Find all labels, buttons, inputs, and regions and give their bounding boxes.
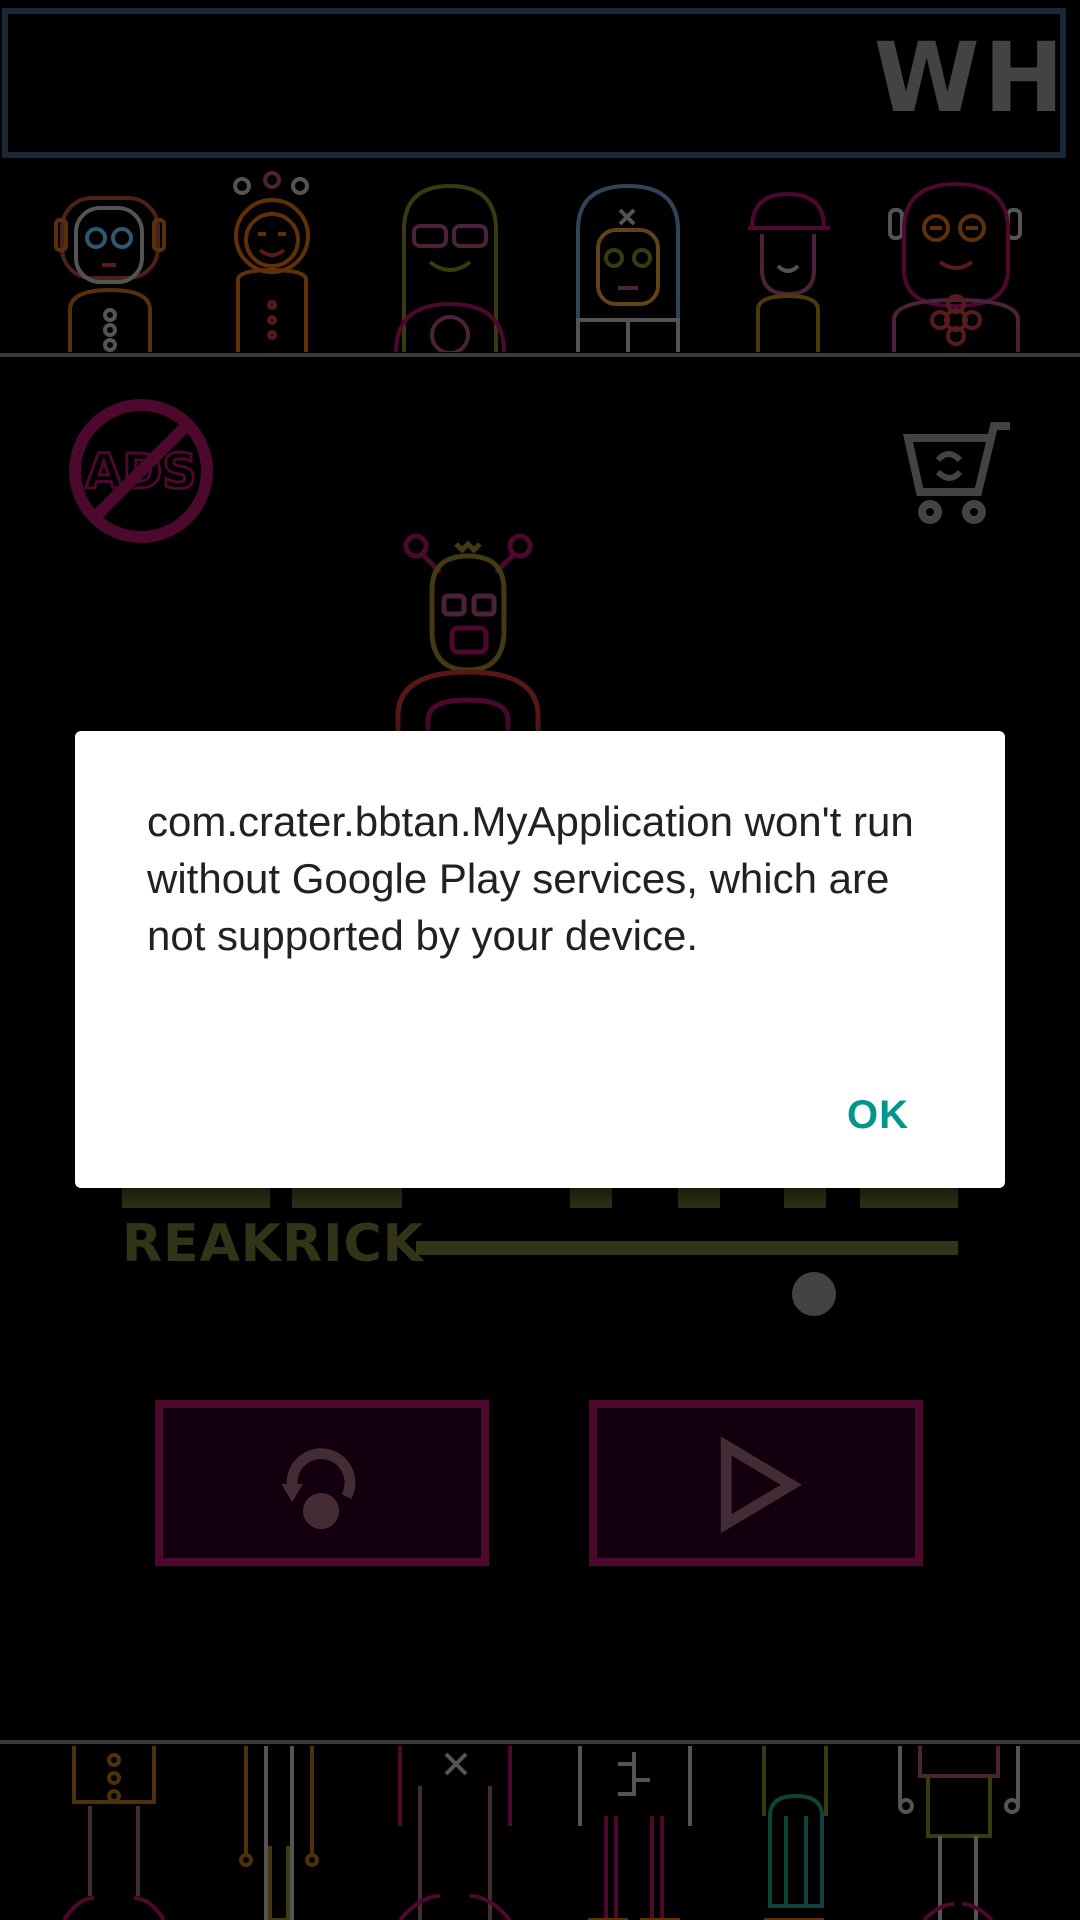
alert-dialog: com.crater.bbtan.MyApplication won't run… (75, 731, 1005, 1188)
ok-button[interactable]: OK (841, 1083, 915, 1148)
dialog-message: com.crater.bbtan.MyApplication won't run… (147, 798, 914, 959)
